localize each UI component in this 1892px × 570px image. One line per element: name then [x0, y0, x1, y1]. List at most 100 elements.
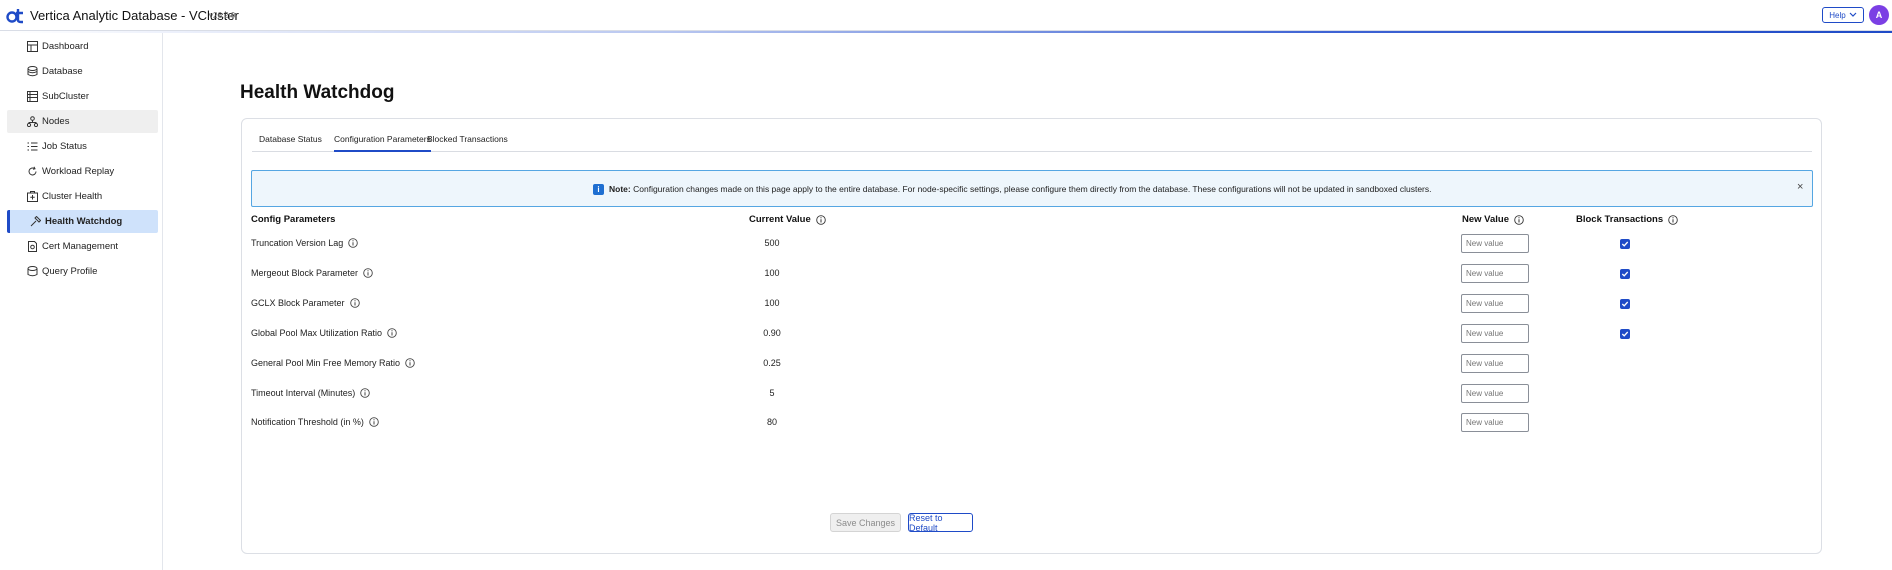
header-current-value: Current Value: [749, 214, 826, 225]
new-value-input[interactable]: [1461, 354, 1529, 373]
reset-to-default-button[interactable]: Reset to Default: [908, 513, 973, 533]
table-row: Timeout Interval (Minutes) 5: [242, 383, 1822, 405]
sidebar-item-subcluster[interactable]: SubCluster: [7, 85, 158, 108]
header-block-transactions: Block Transactions: [1576, 214, 1678, 225]
current-value: 80: [766, 417, 777, 427]
sidebar-item-dashboard[interactable]: Dashboard: [7, 35, 158, 58]
info-icon[interactable]: [369, 417, 379, 427]
sidebar-item-nodes[interactable]: Nodes: [7, 110, 158, 133]
sidebar-item-label: Query Profile: [42, 266, 98, 277]
header-label: Block Transactions: [1576, 214, 1664, 225]
sidebar-item-label: SubCluster: [42, 91, 89, 102]
note-text: Note: Configuration changes made on this…: [609, 184, 1432, 194]
param-name: Truncation Version Lag: [251, 238, 358, 248]
sidebar-item-label: Workload Replay: [42, 166, 115, 177]
param-label: Notification Threshold (in %): [251, 417, 364, 427]
subcluster-icon: [27, 91, 38, 102]
replay-icon: [28, 166, 37, 176]
dashboard-icon: [27, 41, 38, 52]
table-row: Mergeout Block Parameter 100: [242, 263, 1822, 285]
job-status-icon: [27, 142, 38, 151]
header-label: Config Parameters: [251, 214, 336, 225]
tab-blocked-transactions[interactable]: Blocked Transactions: [427, 134, 508, 152]
new-value-input[interactable]: [1461, 413, 1529, 432]
database-icon: [27, 66, 38, 77]
header-label: Current Value: [749, 214, 811, 225]
param-label: Global Pool Max Utilization Ratio: [251, 328, 383, 338]
info-icon[interactable]: [348, 238, 358, 248]
new-value-input[interactable]: [1461, 294, 1529, 313]
vertica-logo-icon: [6, 9, 23, 24]
sidebar-item-cluster-health[interactable]: Cluster Health: [7, 185, 158, 208]
info-icon[interactable]: [349, 298, 360, 308]
certificate-icon: [28, 241, 37, 252]
info-icon[interactable]: [816, 214, 826, 225]
nodes-icon: [27, 116, 38, 127]
app-version: v26.2.0: [209, 11, 236, 20]
block-transactions-checkbox[interactable]: [1620, 269, 1630, 279]
block-transactions-checkbox[interactable]: [1620, 299, 1630, 309]
info-icon[interactable]: [360, 388, 370, 398]
info-icon[interactable]: [387, 328, 397, 338]
app-title: Vertica Analytic Database - VCluster: [30, 8, 239, 23]
info-icon[interactable]: [1668, 214, 1678, 225]
chevron-down-icon: [1849, 12, 1857, 17]
table-row: Truncation Version Lag 500: [242, 233, 1822, 255]
sidebar-item-label: Health Watchdog: [45, 216, 123, 227]
header-new-value: New Value: [1462, 214, 1524, 225]
page-title: Health Watchdog: [240, 82, 395, 103]
info-icon[interactable]: [1514, 214, 1524, 225]
new-value-input[interactable]: [1461, 234, 1529, 253]
help-label: Help: [1829, 10, 1846, 20]
new-value-input[interactable]: [1461, 264, 1529, 283]
sidebar-item-query-profile[interactable]: Query Profile: [7, 260, 158, 283]
checkmark-icon: [1621, 301, 1629, 307]
sidebar-item-workload-replay[interactable]: Workload Replay: [7, 160, 158, 183]
help-button[interactable]: Help: [1822, 7, 1864, 23]
user-avatar[interactable]: A: [1869, 5, 1889, 25]
table-row: Notification Threshold (in %) 80: [242, 412, 1822, 434]
param-name: General Pool Min Free Memory Ratio: [251, 358, 415, 368]
current-value: 500: [764, 238, 780, 248]
tab-bar: Database Status Configuration Parameters…: [252, 134, 1812, 152]
block-transactions-checkbox[interactable]: [1620, 329, 1630, 339]
param-label: Truncation Version Lag: [251, 238, 344, 248]
sidebar-item-cert-management[interactable]: Cert Management: [7, 235, 158, 258]
note-body: Configuration changes made on this page …: [633, 184, 1432, 194]
tab-database-status[interactable]: Database Status: [259, 134, 322, 152]
param-name: Notification Threshold (in %): [251, 417, 379, 427]
tab-configuration-parameters[interactable]: Configuration Parameters: [334, 134, 431, 152]
sidebar-item-label: Cluster Health: [42, 191, 103, 202]
cluster-health-icon: [27, 191, 38, 202]
param-name: Global Pool Max Utilization Ratio: [251, 328, 397, 338]
sidebar-item-label: Database: [42, 66, 83, 77]
current-value: 5: [769, 388, 775, 398]
header-label: New Value: [1462, 214, 1509, 225]
sidebar-item-label: Nodes: [42, 116, 70, 127]
sidebar-item-label: Dashboard: [42, 41, 89, 52]
query-profile-icon: [27, 266, 38, 277]
table-row: GCLX Block Parameter 100: [242, 293, 1822, 315]
config-card: Database Status Configuration Parameters…: [241, 118, 1822, 554]
top-bar-accent-line: [0, 31, 1892, 33]
table-row: Global Pool Max Utilization Ratio 0.90: [242, 323, 1822, 345]
current-value: 0.25: [763, 358, 781, 368]
save-changes-button[interactable]: Save Changes: [830, 513, 901, 532]
param-label: Mergeout Block Parameter: [251, 268, 359, 278]
sidebar-item-database[interactable]: Database: [7, 60, 158, 83]
param-label: GCLX Block Parameter: [251, 298, 345, 308]
param-name: Mergeout Block Parameter: [251, 268, 373, 278]
info-icon[interactable]: [405, 358, 415, 368]
new-value-input[interactable]: [1461, 324, 1529, 343]
sidebar-item-job-status[interactable]: Job Status: [7, 135, 158, 158]
table-row: General Pool Min Free Memory Ratio 0.25: [242, 353, 1822, 375]
top-bar: Vertica Analytic Database - VCluster v26…: [0, 0, 1892, 31]
info-icon: i: [593, 184, 604, 195]
new-value-input[interactable]: [1461, 384, 1529, 403]
block-transactions-checkbox[interactable]: [1620, 239, 1630, 249]
checkmark-icon: [1621, 241, 1629, 247]
sidebar-item-health-watchdog[interactable]: Health Watchdog: [7, 210, 158, 233]
close-icon[interactable]: ×: [1797, 181, 1803, 193]
current-value: 0.90: [763, 328, 781, 338]
info-icon[interactable]: [363, 268, 373, 278]
